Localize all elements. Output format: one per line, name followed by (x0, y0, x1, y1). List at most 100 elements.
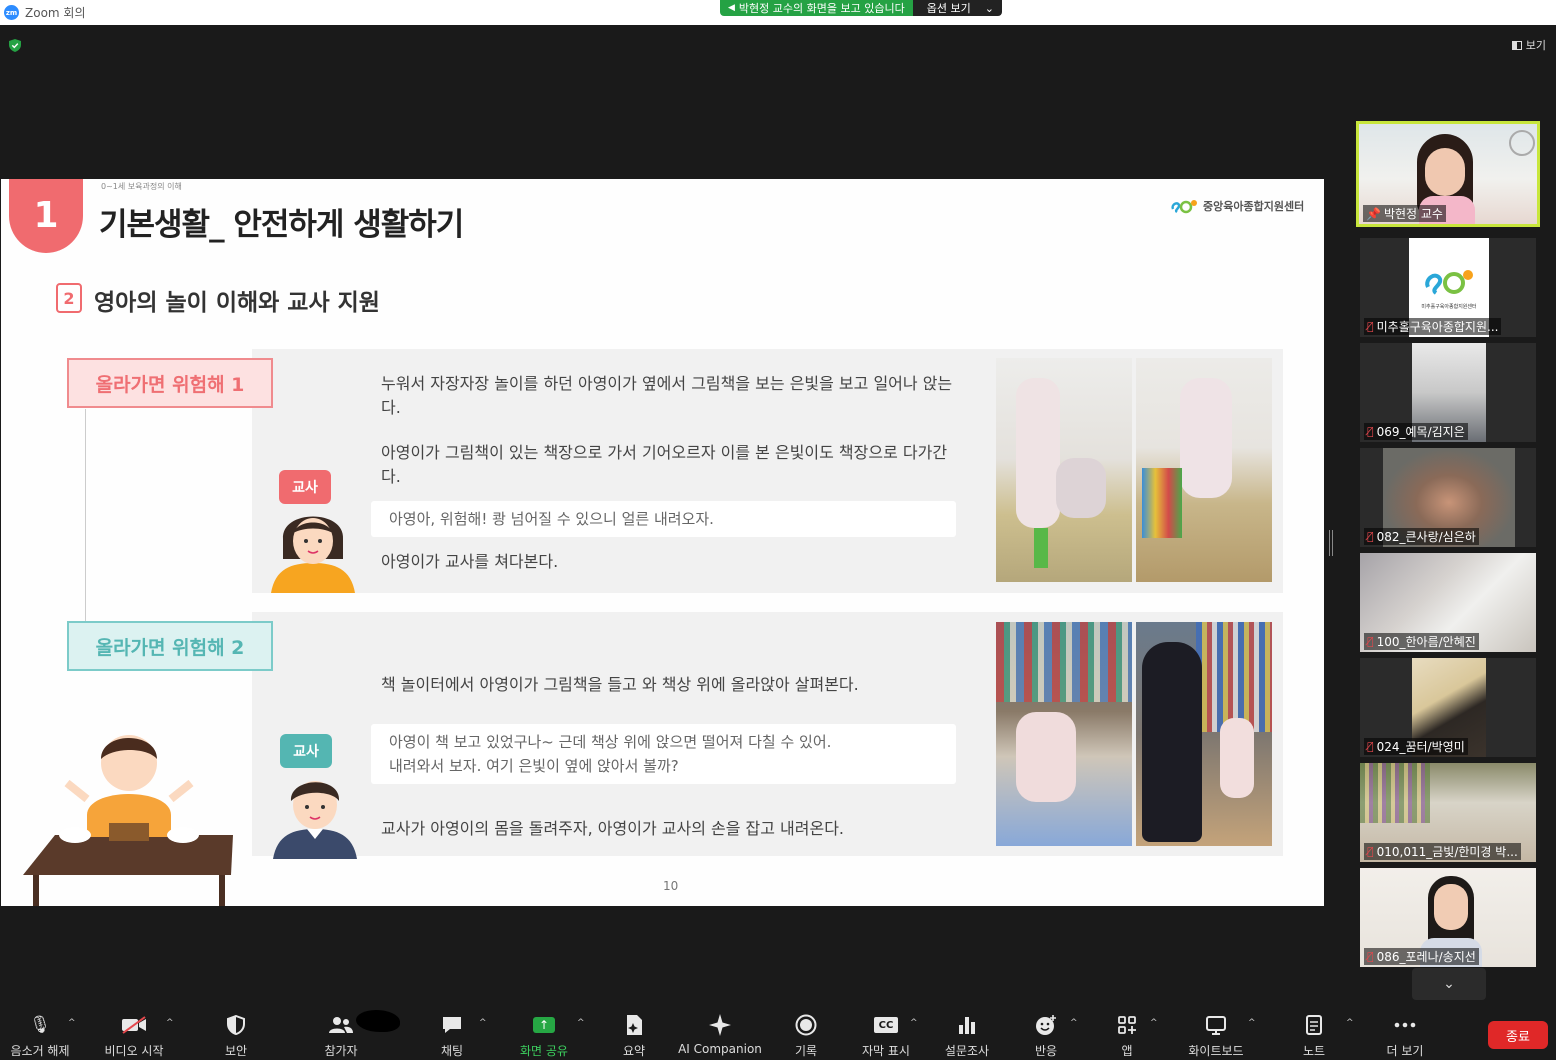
scenario-1-text-1: 누워서 자장자장 놀이를 하던 아영이가 옆에서 그림책을 보는 은빛을 보고 … (381, 374, 953, 417)
participant-tile[interactable]: 미추홀구육아종합지원센터 🎙̸ 미추홀구육아종합지원... (1360, 238, 1536, 337)
more-button[interactable]: 더 보기 (1382, 1014, 1428, 1059)
share-banner-message: ◀ 박현정 교수의 화면을 보고 있습니다 (720, 0, 913, 16)
encryption-shield-icon[interactable] (9, 39, 21, 52)
audio-options-caret[interactable]: ^ (68, 1018, 76, 1028)
scenario-2-photo-1 (996, 622, 1132, 846)
poll-icon (957, 1014, 977, 1036)
window-title: Zoom 회의 (25, 6, 86, 20)
mic-off-icon: 🎙̸ (1367, 635, 1374, 648)
apps-icon (1117, 1014, 1137, 1036)
layout-icon (1511, 40, 1522, 50)
zoom-logo-icon: zm (4, 5, 19, 20)
org-logo: 중앙육아종합지원센터 (1169, 197, 1304, 215)
share-screen-button[interactable]: ↑ 화면 공유 (514, 1014, 574, 1059)
scenario-1-photo-1 (996, 358, 1132, 582)
scenario-1-teacher-quote: 아영아, 위험해! 쾅 넘어질 수 있으니 얼른 내려오자. (371, 501, 956, 537)
redaction-mark (356, 1010, 400, 1032)
share-options-caret[interactable]: ^ (577, 1018, 585, 1028)
reactions-button[interactable]: 반응 (1028, 1014, 1064, 1059)
end-meeting-button[interactable]: 종료 (1488, 1021, 1548, 1049)
summary-button[interactable]: 요약 (616, 1014, 652, 1059)
slide-page-number: 10 (663, 879, 679, 893)
security-button[interactable]: 보안 (214, 1014, 258, 1059)
speaker-icon: ◀ (728, 3, 735, 13)
female-teacher-illustration (271, 516, 355, 593)
org-logo-icon (1171, 200, 1197, 214)
scenario-2-text-1: 책 놀이터에서 아영이가 그림책을 들고 와 책상 위에 올라앉아 살펴본다. (381, 675, 859, 694)
reactions-options-caret[interactable]: ^ (1070, 1018, 1078, 1028)
chat-icon (441, 1014, 463, 1036)
scenario-2-text-3: 교사가 아영이의 몸을 돌려주자, 아영이가 교사의 손을 잡고 내려온다. (381, 819, 845, 838)
participant-tile[interactable]: 🎙̸ 069_예목/김지은 (1360, 343, 1536, 442)
reaction-icon (1035, 1014, 1057, 1036)
scenario-2-quote-line-1: 아영이 책 보고 있었구나~ 근데 책상 위에 앉으면 떨어져 다칠 수 있어. (389, 733, 832, 751)
whiteboard-icon (1205, 1014, 1227, 1036)
mic-off-icon: 🎙 (29, 1015, 51, 1035)
mic-off-icon: 🎙̸ (1367, 845, 1374, 858)
notes-options-caret[interactable]: ^ (1346, 1018, 1354, 1028)
participant-tile[interactable]: 🎙̸ 024_꿈터/박영미 (1360, 658, 1536, 757)
notes-button[interactable]: 노트 (1298, 1014, 1330, 1059)
view-options-button[interactable]: 옵션 보기 ⌄ (912, 0, 1002, 16)
share-screen-icon: ↑ (533, 1014, 555, 1036)
ai-companion-button[interactable]: AI Companion (678, 1014, 762, 1056)
notes-icon (1305, 1014, 1323, 1036)
apps-options-caret[interactable]: ^ (1150, 1018, 1158, 1028)
shared-slide: 1 0~1세 보육과정의 이해 기본생활_ 안전하게 생활하기 중앙육아종합지원… (1, 179, 1324, 906)
scenario-2-photo-2 (1136, 622, 1272, 846)
shield-icon (227, 1014, 245, 1036)
slide-breadcrumb: 0~1세 보육과정의 이해 (101, 182, 182, 191)
participant-name: 🎙̸ 미추홀구육아종합지원... (1364, 318, 1502, 335)
start-video-button[interactable]: 비디오 시작 (100, 1014, 168, 1059)
slide-title: 기본생활_ 안전하게 생활하기 (99, 207, 464, 243)
apps-button[interactable]: 앱 (1112, 1014, 1142, 1059)
participant-tile-active-speaker[interactable]: 📌 박현정 교수 (1356, 121, 1540, 227)
participants-icon (328, 1014, 354, 1036)
scenario-2-teacher-quote: 아영이 책 보고 있었구나~ 근데 책상 위에 앉으면 떨어져 다칠 수 있어.… (371, 724, 956, 784)
unmute-button[interactable]: 🎙 음소거 해제 (6, 1014, 74, 1059)
participant-tile[interactable]: 🎙̸ 086_포레나/송지선 (1360, 868, 1536, 967)
mic-off-icon: 🎙̸ (1367, 320, 1374, 333)
scenario-tag-1: 올라가면 위험해 1 (67, 358, 273, 408)
mic-off-icon: 🎙̸ (1367, 950, 1374, 963)
participant-name: 🎙̸ 069_예목/김지은 (1364, 423, 1468, 440)
captions-button[interactable]: CC 자막 표시 (858, 1014, 914, 1059)
male-teacher-illustration (273, 781, 357, 859)
show-more-participants-button[interactable]: ⌄ (1412, 968, 1486, 1000)
participant-name: 📌 박현정 교수 (1363, 205, 1446, 222)
mic-off-icon: 🎙̸ (1367, 740, 1374, 753)
chat-button[interactable]: 채팅 (434, 1014, 470, 1059)
org-logo-icon (1425, 270, 1473, 295)
more-icon (1394, 1014, 1416, 1036)
panel-resize-handle[interactable] (1329, 530, 1333, 556)
section-number: 2 (56, 283, 82, 313)
child-on-table-illustration (23, 735, 233, 906)
pin-icon: 📌 (1366, 206, 1381, 221)
scenario-1-text-3: 아영이가 교사를 쳐다본다. (381, 552, 559, 571)
participant-tile[interactable]: 🎙̸ 010,011_금빛/한미경 박... (1360, 763, 1536, 862)
record-icon (795, 1014, 817, 1036)
slide-number-badge: 1 (9, 179, 83, 253)
poll-button[interactable]: 설문조사 (940, 1014, 994, 1059)
chat-options-caret[interactable]: ^ (479, 1018, 487, 1028)
scenario-1-photo-2 (1136, 358, 1272, 582)
whiteboard-options-caret[interactable]: ^ (1248, 1018, 1256, 1028)
whiteboard-button[interactable]: 화이트보드 (1182, 1014, 1250, 1059)
captions-icon: CC (874, 1014, 898, 1036)
video-options-caret[interactable]: ^ (166, 1018, 174, 1028)
captions-options-caret[interactable]: ^ (910, 1018, 918, 1028)
chevron-down-icon: ⌄ (984, 1, 994, 15)
participant-tile[interactable]: 🎙̸ 082_큰사랑/심은하 (1360, 448, 1536, 547)
video-off-icon (121, 1014, 147, 1036)
scenario-tag-2: 올라가면 위험해 2 (67, 621, 273, 671)
scenario-2-quote-line-2: 내려와서 보자. 여기 은빛이 옆에 앉아서 볼까? (389, 757, 679, 775)
participant-name: 🎙̸ 100_한아름/안혜진 (1364, 633, 1479, 650)
participant-name: 🎙̸ 086_포레나/송지선 (1364, 948, 1479, 965)
participant-tile[interactable]: 🎙̸ 100_한아름/안혜진 (1360, 553, 1536, 652)
scenario-1-text-2: 아영이가 그림책이 있는 책장으로 가서 기어오르자 이를 본 은빛이도 책장으… (381, 443, 948, 486)
record-button[interactable]: 기록 (788, 1014, 824, 1059)
meeting-stage: 보기 1 0~1세 보육과정의 이해 기본생활_ 안전하게 생활하기 중앙육아종… (0, 25, 1556, 1010)
view-button[interactable]: 보기 (1511, 37, 1546, 53)
ai-companion-icon (708, 1014, 732, 1036)
summary-icon (625, 1014, 643, 1036)
